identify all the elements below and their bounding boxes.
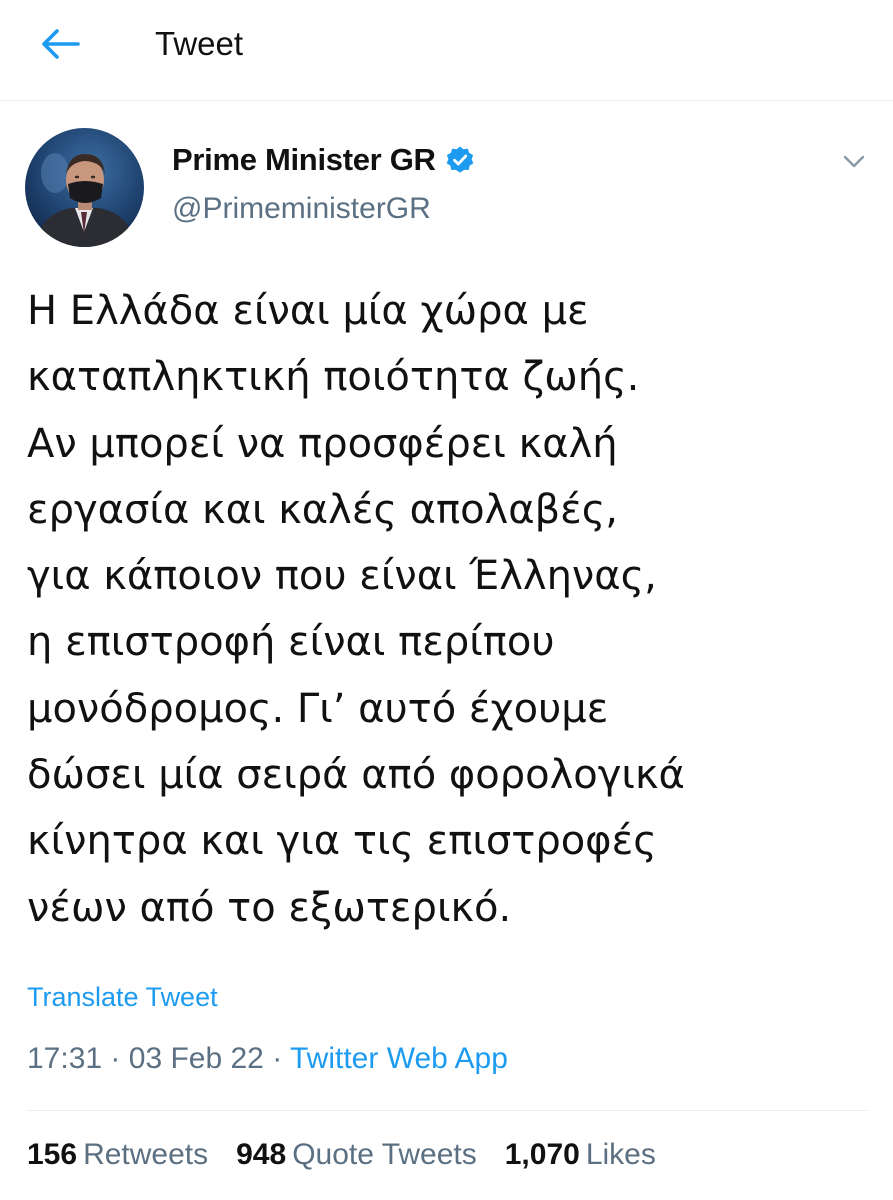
- author-name: Prime Minister GR: [172, 142, 436, 177]
- tweet-text-line: μονόδρομος. Γι’ αυτό έχουμε: [27, 685, 609, 732]
- tweet-text-line: για κάποιον που είναι Έλληνας,: [27, 553, 657, 600]
- tweet-meta: 17:31 · 03 Feb 22 · Twitter Web App: [27, 1042, 508, 1076]
- likes-label: Likes: [585, 1138, 656, 1171]
- tweet-text-line: Η Ελλάδα είναι μία χώρα με: [27, 288, 589, 334]
- tweet-menu-button[interactable]: [836, 146, 872, 178]
- page-title: Tweet: [155, 25, 244, 62]
- meta-separator: ·: [272, 1042, 283, 1075]
- author-name-row[interactable]: Prime Minister GR: [172, 138, 475, 182]
- retweets-count: 156: [27, 1138, 78, 1171]
- retweets-label: Retweets: [83, 1138, 209, 1171]
- top-bar: Tweet: [0, 0, 893, 101]
- tweet-text: Η Ελλάδα είναι μία χώρα με καταπληκτική …: [27, 278, 877, 941]
- tweet-source-link[interactable]: Twitter Web App: [290, 1042, 508, 1075]
- tweet-date[interactable]: 03 Feb 22: [129, 1042, 264, 1075]
- meta-separator: ·: [110, 1042, 121, 1075]
- tweet-stats: 156 Retweets 948 Quote Tweets 1,070 Likes: [27, 1138, 684, 1172]
- quote-tweets-label: Quote Tweets: [292, 1138, 477, 1171]
- tweet-time[interactable]: 17:31: [27, 1042, 102, 1075]
- tweet-text-line: Αν μπορεί να προσφέρει καλή: [27, 420, 618, 467]
- tweet-text-line: κίνητρα και για τις επιστροφές: [27, 818, 657, 865]
- tweet-text-line: εργασία και καλές απολαβές,: [27, 486, 618, 533]
- tweet-text-line: η επιστροφή είναι περίπου: [27, 619, 555, 666]
- arrow-left-icon: [42, 29, 80, 59]
- retweets-stat[interactable]: 156 Retweets: [27, 1138, 208, 1172]
- translate-tweet-link[interactable]: Translate Tweet: [27, 982, 218, 1013]
- likes-count: 1,070: [504, 1138, 580, 1171]
- verified-badge-icon: [445, 145, 475, 175]
- avatar[interactable]: [25, 128, 144, 247]
- chevron-down-icon: [843, 155, 865, 168]
- profile-photo: [25, 128, 144, 247]
- tweet-text-line: καταπληκτική ποιότητα ζωής.: [27, 354, 640, 401]
- quote-tweets-count: 948: [236, 1138, 287, 1171]
- tweet-text-line: νέων από το εξωτερικό.: [27, 884, 512, 931]
- likes-stat[interactable]: 1,070 Likes: [505, 1138, 656, 1172]
- author-handle[interactable]: @PrimeministerGR: [172, 192, 431, 226]
- divider: [27, 1110, 867, 1111]
- quote-tweets-stat[interactable]: 948 Quote Tweets: [236, 1138, 477, 1172]
- back-button[interactable]: [34, 22, 86, 66]
- tweet-text-line: δώσει μία σειρά από φορολογικά: [27, 752, 685, 799]
